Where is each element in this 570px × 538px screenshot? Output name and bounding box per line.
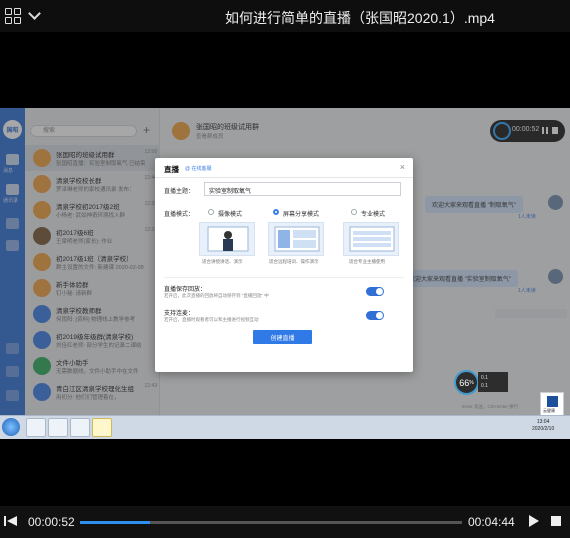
speed-readout: 0.1 0.1	[478, 372, 508, 392]
mode-camera-label[interactable]: 摄像模式	[218, 209, 242, 218]
total-time: 00:04:44	[468, 515, 515, 529]
system-tray[interactable]	[420, 424, 510, 431]
mode-caption: 适合远程培训、操作演示	[269, 259, 319, 264]
create-live-button[interactable]: 创建直播	[253, 330, 312, 344]
mode-radio-camera[interactable]	[208, 209, 214, 215]
brand-icon	[547, 396, 558, 407]
close-icon[interactable]: ×	[400, 162, 405, 172]
mode-radio-screen[interactable]	[273, 209, 279, 215]
live-dialog: 直播 @ 在线客服 × 直播主题： 实验室制取氧气 直播模式： 摄像模式 屏幕分…	[155, 158, 413, 372]
save-replay-desc: 若开启，此次直播的回放将自动保存到 "直播回放" 中	[164, 293, 269, 298]
mode-caption: 适合讲授讲话、演示	[202, 259, 243, 264]
topic-input[interactable]: 实验室制取氧气	[204, 182, 401, 196]
speed-value: 66	[459, 377, 470, 388]
clock-date: 2020/2/10	[532, 426, 555, 432]
stop-icon[interactable]	[551, 516, 561, 526]
brand-text: 云健康	[543, 408, 555, 413]
playlist-grid-icon[interactable]	[5, 8, 21, 24]
seek-bar-fill	[80, 521, 150, 524]
taskbar-app-folder[interactable]	[70, 418, 90, 437]
playback-controls: 00:00:52 00:04:44	[0, 506, 570, 538]
co-host-desc: 若开启，直播时观看者可以和主播进行视频互动	[164, 317, 259, 322]
video-player: 如何进行简单的直播（张国昭2020.1）.mp4 国昭 消息 通讯录 搜索 + …	[0, 0, 570, 538]
co-host-toggle[interactable]	[366, 311, 384, 320]
start-button[interactable]	[2, 418, 20, 436]
save-replay-label: 直播保存回放：	[164, 287, 207, 293]
title-bar: 如何进行简单的直播（张国昭2020.1）.mp4	[0, 0, 570, 32]
mode-radio-pro[interactable]	[351, 209, 357, 215]
taskbar-app-video[interactable]	[48, 418, 68, 437]
dialog-title: 直播	[164, 165, 179, 174]
taskbar-app-word[interactable]	[26, 418, 46, 437]
taskbar-app-dingtalk[interactable]	[92, 418, 112, 437]
topic-label: 直播主题：	[164, 189, 195, 195]
co-host-label: 支持连麦：	[164, 311, 195, 317]
clock-time: 13:04	[536, 419, 550, 425]
speed-unit: %	[469, 379, 474, 386]
save-replay-toggle[interactable]	[366, 287, 384, 296]
divider	[155, 177, 413, 178]
taskbar-clock[interactable]: 13:04 2020/2/10	[532, 419, 554, 433]
camera-mode-illustration[interactable]	[199, 222, 255, 256]
screen-share-icon	[274, 226, 320, 252]
video-title: 如何进行简单的直播（张国昭2020.1）.mp4	[225, 10, 495, 26]
windows-taskbar: 13:04 2020/2/10	[0, 415, 570, 439]
mode-caption: 适合专业主播使用	[349, 259, 385, 264]
seek-bar[interactable]	[80, 521, 462, 524]
help-link[interactable]: @ 在线客服	[185, 165, 211, 172]
video-frame[interactable]: 国昭 消息 通讯录 搜索 + 张国昭的班级试用群 张国昭直播：实验室制取氧气 已…	[0, 108, 570, 439]
mode-pro-label[interactable]: 专业模式	[361, 209, 385, 218]
play-icon[interactable]	[528, 515, 540, 527]
mode-label: 直播模式：	[164, 212, 195, 218]
screen-mode-illustration[interactable]	[268, 222, 324, 256]
mode-screen-label[interactable]: 屏幕分享模式	[283, 209, 319, 218]
pro-mode-illustration[interactable]	[343, 222, 399, 256]
network-speed-gauge: 66%	[454, 370, 479, 395]
previous-icon[interactable]	[4, 515, 18, 527]
pro-mode-icon	[349, 226, 395, 252]
corner-logo: 云健康	[540, 392, 564, 416]
current-time: 00:00:52	[28, 515, 75, 529]
divider	[164, 277, 404, 278]
presenter-icon	[207, 226, 249, 252]
download-speed: 0.1	[481, 383, 488, 389]
chevron-down-icon[interactable]	[28, 7, 41, 20]
upload-speed: 0.1	[481, 375, 488, 381]
